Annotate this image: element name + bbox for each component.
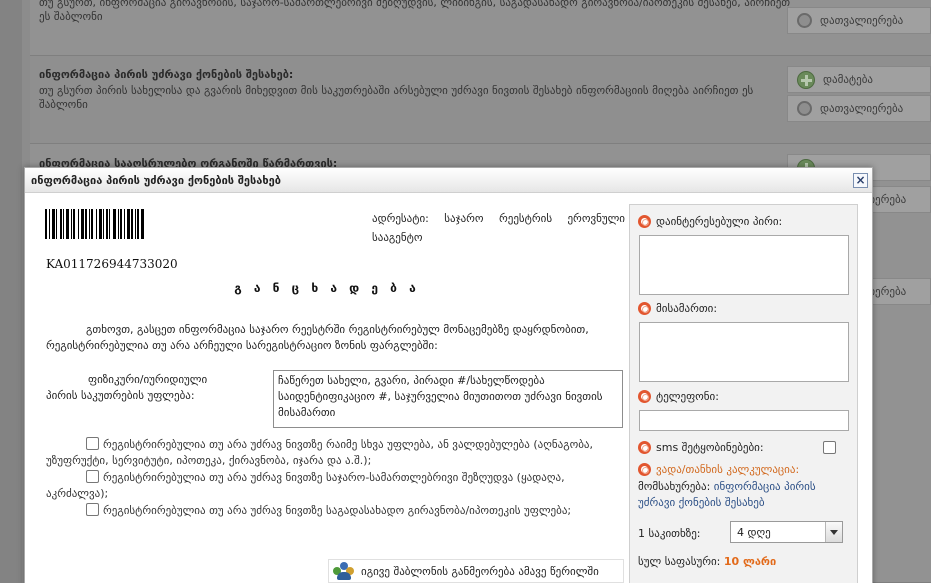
term-select[interactable]: 4 დღე bbox=[730, 521, 843, 543]
other-rights-option: რეგისტრირებულია თუ არა უძრავ ნივთზე რაიმ… bbox=[46, 437, 594, 467]
sms-checkbox[interactable] bbox=[823, 441, 836, 454]
public-restriction-checkbox[interactable] bbox=[86, 470, 99, 483]
close-icon[interactable]: × bbox=[853, 173, 868, 188]
repeat-template-button[interactable]: იგივე შაბლონის განმეორება ამავე წერილში bbox=[328, 559, 624, 583]
calculation-link[interactable]: ვადა/თანხის კალკულაცია: bbox=[656, 463, 799, 476]
lifebuoy-icon bbox=[638, 463, 651, 476]
people-icon bbox=[333, 562, 355, 580]
addressee: ადრესატი: საჯარო რეესტრის ეროვნული სააგე… bbox=[372, 212, 625, 244]
add-button[interactable]: დამატება bbox=[787, 66, 931, 93]
template-row-desc: თუ გსურთ პირის სახელისა და გვარის მიხედვ… bbox=[39, 84, 754, 111]
phone-label: ტელეფონი: bbox=[638, 390, 719, 403]
address-label: მისამართი: bbox=[638, 302, 717, 315]
other-rights-checkbox[interactable] bbox=[86, 437, 99, 450]
lifebuoy-icon bbox=[638, 215, 651, 228]
lifebuoy-icon bbox=[638, 302, 651, 315]
document-code: KA011726944733020 bbox=[46, 257, 178, 271]
phone-input[interactable] bbox=[639, 410, 849, 431]
interested-person-label: დაინტერესებული პირი: bbox=[638, 215, 782, 228]
ownership-right-label: ფიზიკური/იურიდიული პირის საკუთრების უფლე… bbox=[46, 373, 208, 402]
request-text: გთხოვთ, გასცეთ ინფორმაცია საჯარო რეესტრშ… bbox=[46, 323, 589, 352]
dialog-header: ინფორმაცია პირის უძრავი ქონების შესახებ … bbox=[25, 168, 872, 193]
template-row-desc: თუ გსურთ, ინფორმაცია გირავნობის, საჯარო-… bbox=[39, 0, 791, 23]
add-icon bbox=[797, 70, 815, 89]
dialog-title: ინფორმაცია პირის უძრავი ქონების შესახებ bbox=[31, 174, 281, 187]
barcode-icon bbox=[45, 209, 181, 239]
view-button[interactable]: დათვალიერება bbox=[787, 95, 931, 122]
interested-person-input[interactable] bbox=[639, 235, 849, 295]
magnifier-icon bbox=[797, 101, 812, 116]
calc-row: ვადა/თანხის კალკულაცია: bbox=[638, 463, 799, 476]
template-row-title: ინფორმაცია პირის უძრავი ქონების შესახებ: bbox=[39, 68, 294, 81]
ownership-input[interactable]: ჩაწერეთ სახელი, გვარი, პირადი #/სახელწოდ… bbox=[273, 370, 623, 428]
view-button[interactable]: დათვალიერება bbox=[787, 7, 931, 34]
application-document: ადრესატი: საჯარო რეესტრის ეროვნული სააგე… bbox=[25, 194, 629, 583]
address-input[interactable] bbox=[639, 322, 849, 382]
lifebuoy-icon bbox=[638, 441, 651, 454]
public-restriction-option: რეგისტრირებულია თუ არა უძრავ ნივთზე საჯა… bbox=[46, 470, 565, 500]
term-label: 1 საკითხზე: bbox=[638, 527, 701, 540]
property-info-dialog: ინფორმაცია პირის უძრავი ქონების შესახებ … bbox=[24, 167, 873, 583]
document-heading: გ ა ნ ც ხ ა დ ე ბ ა bbox=[234, 281, 420, 295]
tax-pledge-checkbox[interactable] bbox=[86, 503, 99, 516]
lifebuoy-icon bbox=[638, 390, 651, 403]
total-fee: სულ საფასური: 10 ლარი bbox=[638, 555, 777, 568]
service-info: მომსახურება: ინფორმაცია პირის უძრავი ქონ… bbox=[638, 480, 816, 509]
sms-label: sms შეტყობინებები: bbox=[638, 441, 764, 454]
magnifier-icon bbox=[797, 13, 812, 28]
tax-pledge-option: რეგისტრირებულია თუ არა უძრავ ნივთზე საგა… bbox=[46, 503, 624, 519]
chevron-down-icon bbox=[825, 522, 842, 542]
applicant-panel: დაინტერესებული პირი: მისამართი: ტელეფონი… bbox=[629, 204, 858, 583]
